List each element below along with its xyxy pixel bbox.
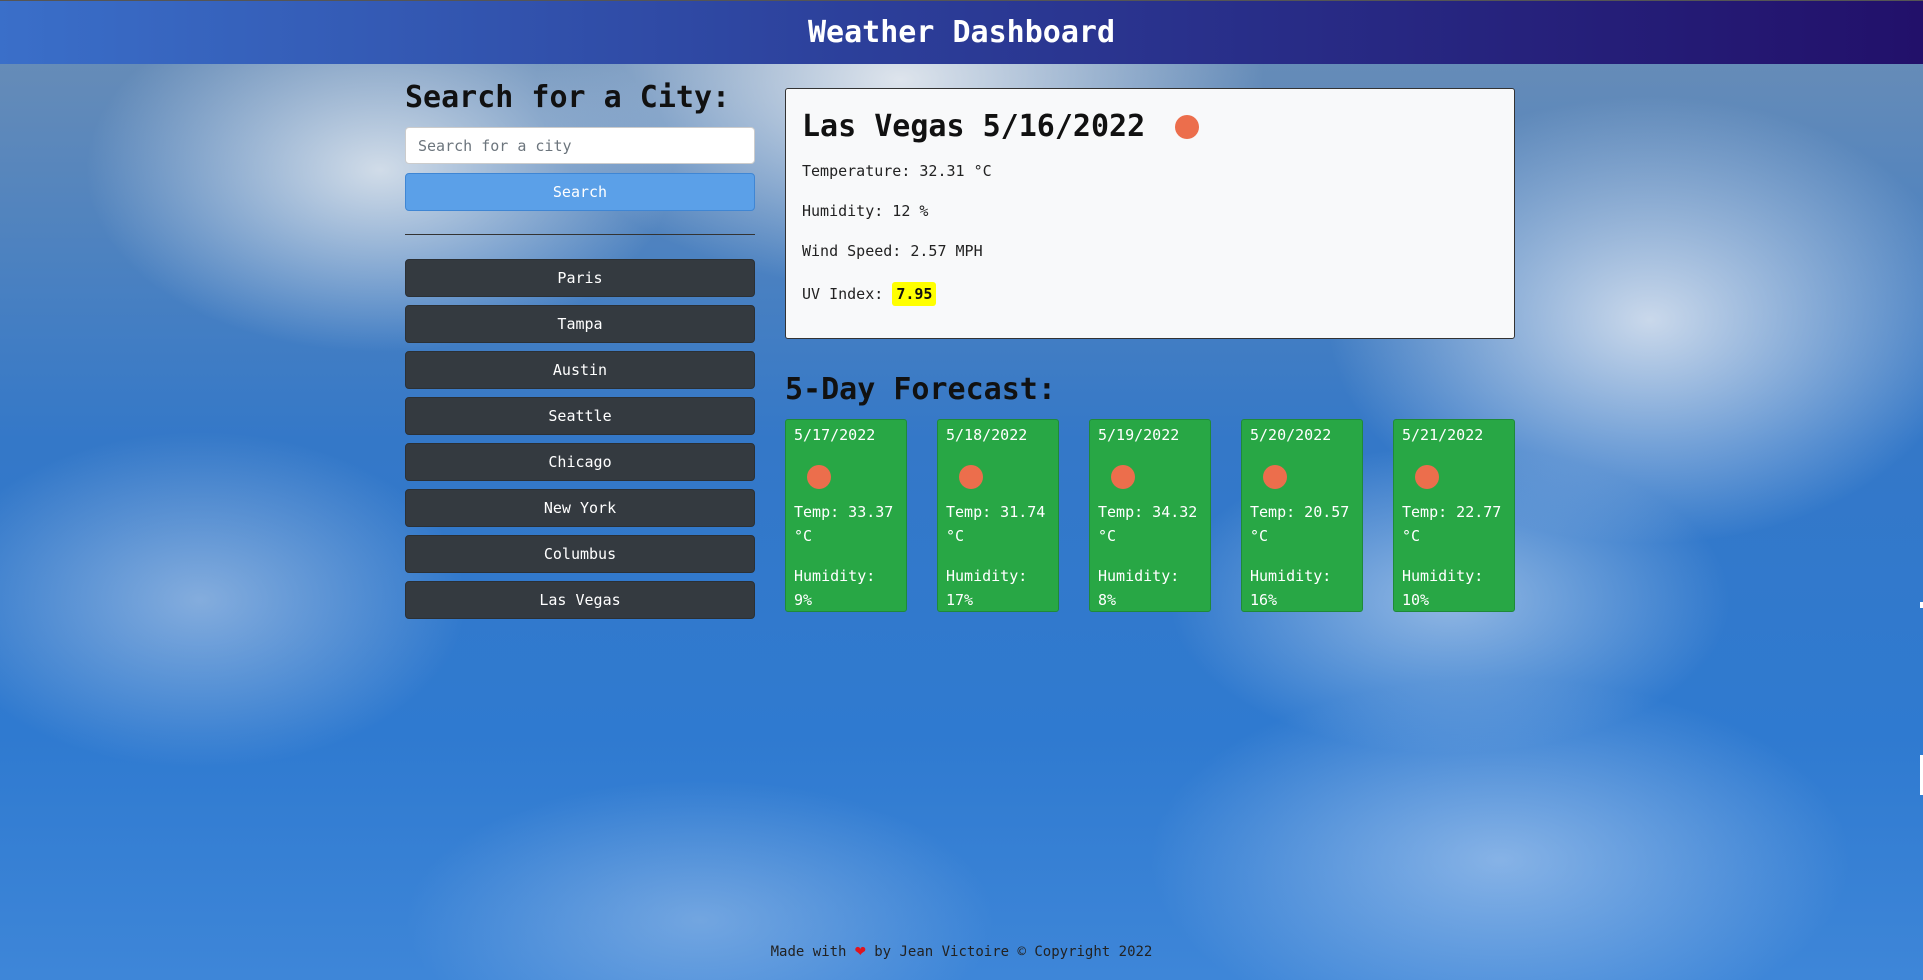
current-city-date: Las Vegas 5/16/2022	[802, 109, 1146, 144]
forecast-card: 5/19/2022 Temp: 34.32 °C Humidity: 8%	[1089, 419, 1211, 612]
history-item-seattle[interactable]: Seattle	[405, 397, 755, 435]
search-heading: Search for a City:	[405, 80, 731, 115]
forecast-date: 5/18/2022	[946, 426, 1028, 444]
forecast-card: 5/20/2022 Temp: 20.57 °C Humidity: 16%	[1241, 419, 1363, 612]
sidebar-divider	[405, 234, 755, 235]
forecast-temp: Temp: 34.32 °C	[1098, 503, 1198, 545]
sun-icon	[1415, 465, 1439, 489]
history-item-new-york[interactable]: New York	[405, 489, 755, 527]
uv-index-label: UV Index:	[802, 285, 884, 303]
search-sidebar: Search for a City: Search Paris Tampa Au…	[405, 80, 755, 627]
history-item-tampa[interactable]: Tampa	[405, 305, 755, 343]
uv-index-badge: 7.95	[892, 282, 937, 306]
history-item-austin[interactable]: Austin	[405, 351, 755, 389]
forecast-list: 5/17/2022 Temp: 33.37 °C Humidity: 9% 5/…	[785, 419, 1515, 612]
footer-credit: by Jean Victoire © Copyright 2022	[874, 944, 1153, 960]
sun-icon	[959, 465, 983, 489]
forecast-humidity: Humidity: 16%	[1250, 567, 1332, 609]
forecast-card: 5/18/2022 Temp: 31.74 °C Humidity: 17%	[937, 419, 1059, 612]
forecast-humidity: Humidity: 17%	[946, 567, 1028, 609]
history-item-columbus[interactable]: Columbus	[405, 535, 755, 573]
search-button[interactable]: Search	[405, 173, 755, 211]
current-humidity: Humidity: 12 %	[802, 202, 929, 220]
forecast-humidity: Humidity: 9%	[794, 567, 876, 609]
current-uv-index: UV Index: 7.95	[802, 282, 1498, 306]
heart-icon: ❤	[854, 940, 866, 961]
footer-prefix: Made with	[770, 944, 847, 960]
sun-icon	[1175, 114, 1200, 139]
app-header: Weather Dashboard	[0, 0, 1923, 64]
sun-icon	[1111, 465, 1135, 489]
forecast-temp: Temp: 31.74 °C	[946, 503, 1046, 545]
forecast-humidity: Humidity: 8%	[1098, 567, 1180, 609]
history-item-chicago[interactable]: Chicago	[405, 443, 755, 481]
app-title: Weather Dashboard	[807, 15, 1116, 50]
history-item-paris[interactable]: Paris	[405, 259, 755, 297]
forecast-temp: Temp: 33.37 °C	[794, 503, 894, 545]
forecast-temp: Temp: 20.57 °C	[1250, 503, 1350, 545]
current-weather-card: Las Vegas 5/16/2022 Temperature: 32.31 °…	[785, 88, 1515, 339]
forecast-date: 5/20/2022	[1250, 426, 1332, 444]
forecast-humidity: Humidity: 10%	[1402, 567, 1484, 609]
current-wind-speed: Wind Speed: 2.57 MPH	[802, 242, 983, 260]
history-item-las-vegas[interactable]: Las Vegas	[405, 581, 755, 619]
forecast-date: 5/19/2022	[1098, 426, 1180, 444]
sun-icon	[807, 465, 831, 489]
current-temperature: Temperature: 32.31 °C	[802, 162, 992, 180]
forecast-heading: 5-Day Forecast:	[785, 372, 1056, 407]
forecast-card: 5/17/2022 Temp: 33.37 °C Humidity: 9%	[785, 419, 907, 612]
sun-icon	[1263, 465, 1287, 489]
forecast-date: 5/21/2022	[1402, 426, 1484, 444]
forecast-card: 5/21/2022 Temp: 22.77 °C Humidity: 10%	[1393, 419, 1515, 612]
forecast-date: 5/17/2022	[794, 426, 876, 444]
search-history-list: Paris Tampa Austin Seattle Chicago New Y…	[405, 259, 755, 619]
forecast-temp: Temp: 22.77 °C	[1402, 503, 1502, 545]
page-footer: Made with ❤ by Jean Victoire © Copyright…	[0, 940, 1923, 961]
city-search-input[interactable]	[405, 127, 755, 164]
